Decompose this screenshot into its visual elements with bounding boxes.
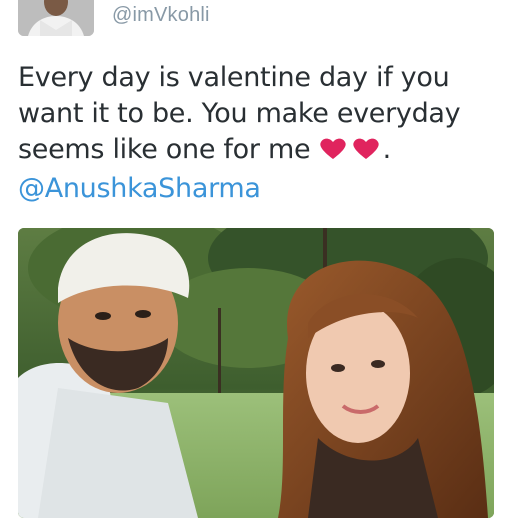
- tweet-text-segment: seems like one for me: [18, 134, 311, 165]
- heart-icon: [352, 138, 379, 159]
- tweet-photo[interactable]: [18, 228, 494, 518]
- user-handle[interactable]: @imVkohli: [112, 4, 210, 27]
- tweet-text-segment: .: [382, 134, 392, 165]
- tweet-text-line: want it to be. You make everyday: [18, 98, 461, 129]
- heart-icon: [319, 138, 346, 159]
- tweet-text: Every day is valentine day if you want i…: [18, 60, 488, 207]
- tweet-text-line: seems like one for me .: [18, 132, 488, 171]
- tweet-card: @imVkohli Every day is valentine day if …: [0, 0, 506, 518]
- avatar[interactable]: [18, 0, 94, 36]
- tweet-text-line: Every day is valentine day if you: [18, 62, 450, 93]
- mention-link[interactable]: @AnushkaSharma: [18, 171, 488, 207]
- hearts-emoji: [319, 135, 383, 171]
